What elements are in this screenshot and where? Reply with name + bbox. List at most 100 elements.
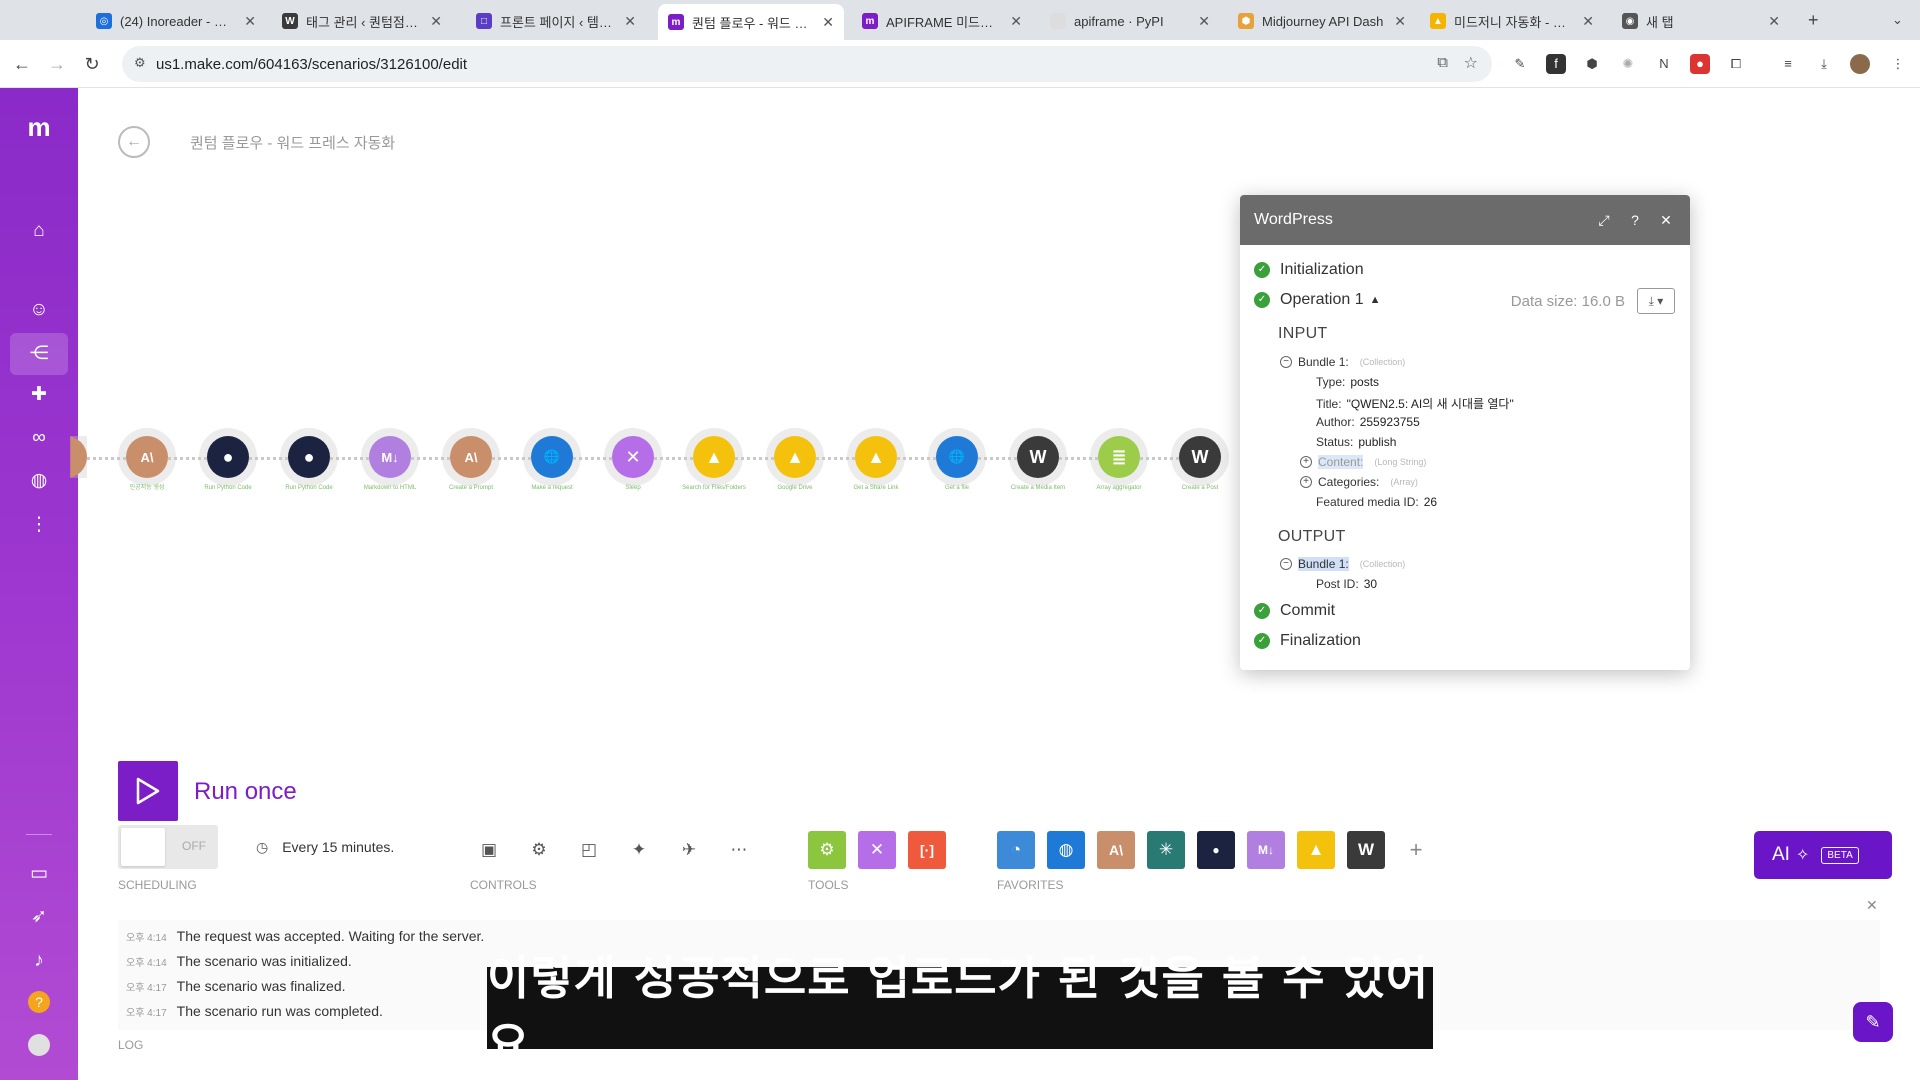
google-drive-icon[interactable]: ▲	[855, 436, 897, 478]
caret-up-icon[interactable]: ▲	[1370, 294, 1381, 306]
puzzle-icon[interactable]: ✚	[26, 382, 52, 408]
google-drive-icon[interactable]: ▲	[774, 436, 816, 478]
close-icon[interactable]: ✕	[1010, 13, 1022, 30]
tab-apiframe[interactable]: m APIFRAME 미드저니 이 ✕	[852, 6, 1032, 36]
dot-icon[interactable]: ●	[207, 436, 249, 478]
pen-extension-icon[interactable]: ✎	[1510, 54, 1530, 74]
chevron-down-icon[interactable]: ⌄	[1892, 12, 1903, 28]
wordpress-icon[interactable]: W	[1017, 436, 1059, 478]
module-connector[interactable]	[330, 457, 369, 460]
close-icon[interactable]: ✕	[1768, 13, 1780, 30]
globe-icon[interactable]: 🌐	[531, 436, 573, 478]
collapse-icon[interactable]: −	[1280, 356, 1292, 368]
module-connector[interactable]	[735, 457, 774, 460]
scenarios-share-icon[interactable]: ⋲	[10, 333, 68, 375]
step-operation[interactable]: ✓ Operation 1 ▲	[1254, 291, 1381, 309]
markdown-icon[interactable]: M↓	[1247, 831, 1285, 869]
team-icon[interactable]: ☺	[26, 297, 52, 323]
back-arrow-icon[interactable]: ←	[10, 52, 34, 76]
google-drive-icon[interactable]: ▲	[693, 436, 735, 478]
anthropic-icon[interactable]: A\	[450, 436, 492, 478]
globe-icon[interactable]: ◍	[1047, 831, 1085, 869]
extension-icon[interactable]: ✺	[1618, 54, 1638, 74]
perplexity-icon[interactable]: ✳	[1147, 831, 1185, 869]
tab-front-page[interactable]: □ 프론트 페이지 ‹ 템플릿 ✕	[466, 6, 646, 36]
scenario-title[interactable]: 퀀텀 플로우 - 워드 프레스 자동화	[190, 132, 395, 153]
run-once-button[interactable]	[118, 761, 178, 821]
help-icon[interactable]: ?	[28, 991, 50, 1013]
rss-icon[interactable]: ◔	[997, 831, 1035, 869]
flow-control-gear-icon[interactable]: ⚙	[808, 831, 846, 869]
tab-make-scenario[interactable]: m 퀀텀 플로우 - 워드 프레스 ✕	[658, 4, 844, 40]
connections-link-icon[interactable]: ∞	[26, 425, 52, 451]
reload-icon[interactable]: ↻	[80, 52, 104, 76]
avatar[interactable]	[1850, 54, 1870, 74]
aggregator-icon[interactable]: ≣	[1098, 436, 1140, 478]
wordpress-icon[interactable]: W	[1179, 436, 1221, 478]
tab-midjourney-api[interactable]: ⬢ Midjourney API Dash ✕	[1228, 6, 1416, 36]
module-connector[interactable]	[492, 457, 531, 460]
module-connector[interactable]	[411, 457, 450, 460]
scheduling-toggle[interactable]: OFF	[118, 825, 218, 869]
more-vertical-icon[interactable]: ⋮	[26, 512, 52, 538]
shield-extension-icon[interactable]: ⬢	[1582, 54, 1602, 74]
gear-icon[interactable]: ⚙	[527, 838, 551, 862]
tools-icon[interactable]: ✕	[858, 831, 896, 869]
rocket-icon[interactable]: ➶	[26, 904, 52, 930]
close-icon[interactable]: ✕	[822, 14, 834, 31]
expand-plus-icon[interactable]: +	[1300, 476, 1312, 488]
tab-inoreader[interactable]: ◎ (24) Inoreader - Gee ✕	[86, 6, 266, 36]
tab-new[interactable]: ◉ 새 탭 ✕	[1612, 6, 1790, 36]
tab-wordpress-tags[interactable]: W 태그 관리 ‹ 퀀텀점프랩 ✕	[272, 6, 452, 36]
notes-icon[interactable]: ◰	[577, 838, 601, 862]
puzzle-icon[interactable]: ⧠	[1726, 54, 1746, 74]
module-connector[interactable]	[654, 457, 693, 460]
add-favorite-button[interactable]: +	[1397, 831, 1435, 869]
more-horizontal-icon[interactable]: ⋯	[727, 838, 751, 862]
notion-icon[interactable]: N	[1654, 54, 1674, 74]
record-extension-icon[interactable]: ●	[1690, 54, 1710, 74]
close-icon[interactable]: ✕	[430, 13, 442, 30]
more-vertical-icon[interactable]: ⋮	[1888, 54, 1908, 74]
output-bundle[interactable]: − Bundle 1: (Collection)	[1280, 557, 1405, 571]
close-icon[interactable]: ✕	[1394, 13, 1406, 30]
site-info-icon[interactable]: ⚙	[134, 55, 146, 71]
tab-pypi[interactable]: apiframe · PyPI ✕	[1040, 6, 1220, 36]
module-connector[interactable]	[87, 457, 126, 460]
new-tab-button[interactable]: +	[1808, 10, 1819, 31]
media-control-icon[interactable]: ≡	[1778, 54, 1798, 74]
module-connector[interactable]	[168, 457, 207, 460]
collapse-icon[interactable]: −	[1280, 558, 1292, 570]
download-button[interactable]: ⤓ ▾	[1637, 288, 1675, 314]
bell-icon[interactable]: ♪	[26, 948, 52, 974]
module-connector[interactable]	[978, 457, 1017, 460]
forward-arrow-icon[interactable]: →	[45, 52, 69, 76]
tools-icon[interactable]: ✕	[612, 436, 654, 478]
module-connector[interactable]	[249, 457, 288, 460]
dot-icon[interactable]: ●	[288, 436, 330, 478]
make-logo-icon[interactable]: m	[26, 114, 52, 140]
flow-explain-icon[interactable]: ✈	[677, 838, 701, 862]
dot-icon[interactable]: ●	[1197, 831, 1235, 869]
expand-icon[interactable]: ⤢	[1594, 210, 1614, 230]
markdown-icon[interactable]: M↓	[369, 436, 411, 478]
address-bar[interactable]: ⚙ us1.make.com/604163/scenarios/3126100/…	[122, 46, 1492, 82]
json-brackets-icon[interactable]: [·]	[908, 831, 946, 869]
save-icon[interactable]: ▣	[477, 838, 501, 862]
chat-support-icon[interactable]: ✎	[1853, 1002, 1893, 1042]
module-connector[interactable]	[573, 457, 612, 460]
anthropic-icon[interactable]: A\	[126, 436, 168, 478]
download-icon[interactable]: ⤓	[1814, 54, 1834, 74]
help-icon[interactable]: ?	[1625, 210, 1645, 230]
close-icon[interactable]: ✕	[1582, 13, 1594, 30]
globe-icon[interactable]: 🌐	[936, 436, 978, 478]
module-connector[interactable]	[816, 457, 855, 460]
extension-icon[interactable]: f	[1546, 54, 1566, 74]
google-drive-icon[interactable]: ▲	[1297, 831, 1335, 869]
close-log-icon[interactable]: ✕	[1866, 897, 1878, 914]
module-connector[interactable]	[1140, 457, 1179, 460]
schedule-setting[interactable]: ◷ Every 15 minutes.	[244, 825, 420, 869]
module-connector[interactable]	[897, 457, 936, 460]
auto-align-wand-icon[interactable]: ✦	[627, 838, 651, 862]
step-initialization[interactable]: ✓ Initialization	[1254, 261, 1364, 279]
